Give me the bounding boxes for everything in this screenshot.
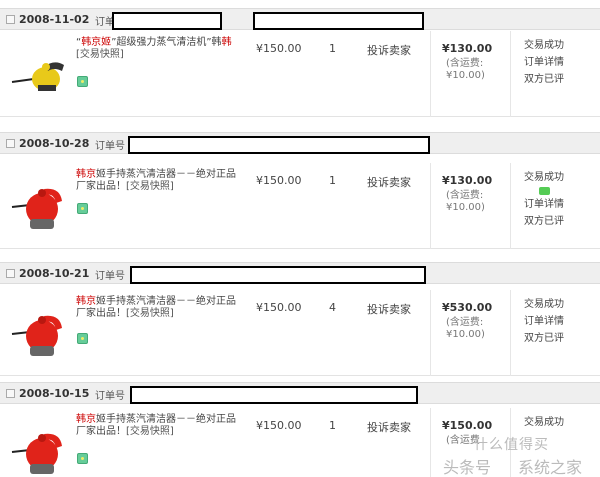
snapshot-link[interactable]: [交易快照]	[126, 308, 174, 319]
rating-status[interactable]: 双方已评	[524, 333, 564, 344]
order-header: 2008-10-21 订单号	[0, 262, 600, 284]
redacted-order-number	[128, 136, 430, 154]
order-details-link[interactable]: 订单详情	[524, 316, 564, 327]
order-number-label: 订单号	[95, 391, 125, 402]
order-body: 韩京姬手持蒸汽清洁器－－绝对正品厂家出品！[交易快照] ¥150.00 4 投诉…	[0, 290, 600, 376]
rating-status[interactable]: 双方已评	[524, 74, 564, 85]
status-text: 交易成功	[524, 299, 564, 310]
unit-price: ¥150.00	[256, 419, 302, 432]
order-checkbox[interactable]	[6, 269, 15, 278]
order-checkbox[interactable]	[6, 15, 15, 24]
steam-cleaner-red-thumbnail[interactable]	[8, 308, 68, 360]
order-date: 2008-11-02	[19, 13, 90, 26]
order-total: ¥530.00	[442, 301, 493, 314]
order-status: 交易成功	[524, 414, 594, 431]
product-title[interactable]: “韩京姬”超级强力蒸气清洁机”韩韩 [交易快照]	[76, 37, 236, 61]
snapshot-link[interactable]: [交易快照]	[76, 49, 124, 60]
unit-price: ¥150.00	[256, 42, 302, 55]
complain-seller-link[interactable]: 投诉卖家	[367, 419, 411, 435]
order-header: 2008-10-15 订单号	[0, 382, 600, 404]
redacted-order-number	[130, 266, 426, 284]
product-title[interactable]: 韩京姬手持蒸汽清洁器－－绝对正品厂家出品！[交易快照]	[76, 296, 236, 320]
status-text: 交易成功	[524, 40, 564, 51]
redacted-seller	[253, 12, 424, 30]
title-brand[interactable]: 韩京	[76, 296, 96, 307]
title-brand[interactable]: 韩京	[76, 169, 96, 180]
watermark-smzdm: 什么值得买	[474, 437, 549, 453]
steam-cleaner-red-thumbnail[interactable]	[8, 181, 68, 233]
watermark-toutiao: 头条号	[443, 458, 492, 477]
complain-seller-link[interactable]: 投诉卖家	[367, 301, 411, 317]
steam-cleaner-yellow-thumbnail[interactable]	[8, 49, 68, 101]
protection-badge-icon	[77, 333, 88, 344]
order-body: “韩京姬”超级强力蒸气清洁机”韩韩 [交易快照] ¥150.00 1 投诉卖家 …	[0, 31, 600, 117]
snapshot-link[interactable]: [交易快照]	[126, 426, 174, 437]
order-total: ¥150.00	[442, 419, 493, 432]
order-details-link[interactable]: 订单详情	[524, 57, 564, 68]
order-status: 交易成功 订单详情 双方已评	[524, 37, 594, 88]
status-text: 交易成功	[524, 172, 564, 183]
order-list: 2008-11-02 订单 “韩京姬”超级强力蒸气清洁机”韩韩 [交易快照] ¥…	[0, 0, 600, 477]
product-title[interactable]: 韩京姬手持蒸汽清洁器－－绝对正品厂家出品！[交易快照]	[76, 169, 236, 193]
shipping-fee-label: (含运费:	[446, 190, 484, 201]
order-status: 交易成功 订单详情 双方已评	[524, 169, 594, 230]
protection-badge-icon	[77, 203, 88, 214]
redacted-order-number	[112, 12, 222, 30]
unit-price: ¥150.00	[256, 174, 302, 187]
order-total: ¥130.00	[442, 174, 493, 187]
snapshot-link[interactable]: [交易快照]	[126, 181, 174, 192]
steam-cleaner-red-thumbnail[interactable]	[8, 426, 68, 477]
protection-badge-icon	[77, 453, 88, 464]
title-rest[interactable]: ”超级强力蒸气清洁机”韩	[111, 37, 221, 48]
order-number-label: 订单号	[95, 271, 125, 282]
quantity: 1	[329, 419, 336, 432]
rating-status[interactable]: 双方已评	[524, 216, 564, 227]
order-date: 2008-10-15	[19, 387, 90, 400]
title-brand[interactable]: 韩京	[76, 414, 96, 425]
product-title[interactable]: 韩京姬手持蒸汽清洁器－－绝对正品厂家出品！[交易快照]	[76, 414, 236, 438]
order-header: 2008-10-28 订单号	[0, 132, 600, 154]
order-header: 2008-11-02 订单	[0, 8, 600, 30]
protection-badge-icon	[77, 76, 88, 87]
chat-icon[interactable]	[539, 187, 550, 195]
quantity: 4	[329, 301, 336, 314]
shipping-fee: (含运费: ¥10.00)	[446, 190, 506, 214]
order-checkbox[interactable]	[6, 139, 15, 148]
quantity: 1	[329, 42, 336, 55]
complain-seller-link[interactable]: 投诉卖家	[367, 174, 411, 190]
watermark-xitongzhijia: 系统之家	[518, 458, 583, 477]
quantity: 1	[329, 174, 336, 187]
order-date: 2008-10-28	[19, 137, 90, 150]
title-brand[interactable]: 韩京姬	[81, 37, 111, 48]
shipping-fee-amount: ¥10.00)	[446, 329, 485, 340]
status-text: 交易成功	[524, 417, 564, 428]
order-status: 交易成功 订单详情 双方已评	[524, 296, 594, 347]
redacted-order-number	[130, 386, 418, 404]
order-details-link[interactable]: 订单详情	[524, 199, 564, 210]
order-total: ¥130.00	[442, 42, 493, 55]
order-body: 韩京姬手持蒸汽清洁器－－绝对正品厂家出品！[交易快照] ¥150.00 1 投诉…	[0, 163, 600, 249]
order-date: 2008-10-21	[19, 267, 90, 280]
order-checkbox[interactable]	[6, 389, 15, 398]
shipping-fee-amount: ¥10.00)	[446, 202, 485, 213]
shipping-fee-label: (含运费:	[446, 58, 484, 69]
shipping-fee-label: (含运费:	[446, 317, 484, 328]
shipping-fee: (含运费: ¥10.00)	[446, 317, 506, 341]
unit-price: ¥150.00	[256, 301, 302, 314]
shipping-fee-amount: ¥10.00)	[446, 70, 485, 81]
shipping-fee: (含运费: ¥10.00)	[446, 58, 506, 82]
order-number-label: 订单号	[95, 141, 125, 152]
complain-seller-link[interactable]: 投诉卖家	[367, 42, 411, 58]
